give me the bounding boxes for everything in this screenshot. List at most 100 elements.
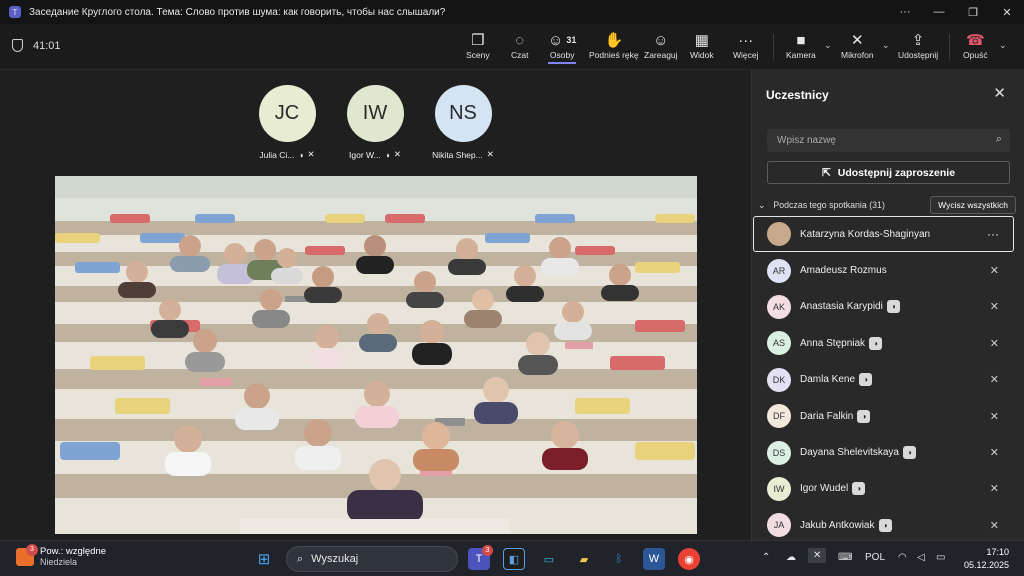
- more-label: Więcej: [733, 50, 759, 60]
- share-invite-label: Udostępnij zaproszenie: [837, 166, 956, 179]
- raise-hand-button[interactable]: ✋ Podnieś rękę: [589, 30, 639, 60]
- tile-name: Julia Ci... ◑ ✕: [259, 149, 314, 160]
- timer-text: 41:01: [33, 39, 61, 52]
- participant-row[interactable]: AS Anna Stępniak ◑ ✕: [752, 325, 1024, 361]
- battery-icon[interactable]: ▭: [936, 552, 945, 563]
- mic-off-icon: ✕: [989, 447, 999, 460]
- windows-taskbar: 3 Pow.: względne Niedziela ⊞ ⌕ Wyszukaj …: [0, 540, 1024, 576]
- word-icon[interactable]: W: [643, 548, 665, 570]
- meeting-toolbar: 41:01 ❒ Sceny ◌ Czat ☺ 31 Osoby ✋ Podnieś…: [0, 24, 1024, 70]
- avatar: DK: [767, 367, 791, 392]
- close-panel-icon[interactable]: ✕: [993, 84, 1006, 102]
- people-button[interactable]: ☺ 31 Osoby: [548, 30, 577, 64]
- bluetooth-icon[interactable]: ᛒ: [608, 548, 630, 570]
- view-button[interactable]: ▦ Widok: [690, 30, 714, 60]
- app-icon[interactable]: ◧: [503, 548, 525, 570]
- participant-name: Anastasia Karypidi: [800, 301, 883, 313]
- search-icon: ⌕: [995, 133, 1002, 145]
- participant-name: Jakub Antkowiak: [800, 519, 875, 531]
- wifi-icon[interactable]: ◠: [898, 552, 907, 563]
- mute-all-button[interactable]: Wycisz wszystkich: [930, 196, 1016, 214]
- participant-name: Amadeusz Rozmus: [800, 265, 887, 277]
- share-invite-button[interactable]: ⇱ Udostępnij zaproszenie: [767, 161, 1010, 184]
- more-button[interactable]: ··· Więcej: [733, 30, 759, 61]
- headset-icon: ◑: [298, 149, 304, 160]
- scenes-button[interactable]: ❒ Sceny: [466, 30, 490, 60]
- mic-off-icon: ✕: [989, 519, 999, 532]
- shared-video-feed[interactable]: [55, 176, 697, 534]
- scenes-label: Sceny: [466, 50, 490, 60]
- monitor-icon[interactable]: ▭: [538, 548, 560, 570]
- participant-row[interactable]: AR Amadeusz Rozmus ✕: [752, 252, 1024, 288]
- headset-icon: ◑: [859, 373, 873, 387]
- participant-search-input[interactable]: Wpisz nazwę ⌕: [767, 129, 1010, 152]
- camera-button[interactable]: ■ Kamera: [786, 30, 816, 61]
- chat-button[interactable]: ◌ Czat: [511, 30, 529, 61]
- leave-button[interactable]: ☎ Opuść: [963, 30, 988, 60]
- chrome-icon[interactable]: ◉: [678, 548, 700, 570]
- avatar: DS: [767, 440, 791, 465]
- taskbar-search[interactable]: ⌕ Wyszukaj: [286, 546, 458, 572]
- mic-off-icon[interactable]: ✕: [808, 548, 827, 563]
- people-label: Osoby: [549, 50, 575, 60]
- mic-off-icon: ✕: [989, 410, 999, 423]
- avatar: NS: [434, 85, 492, 142]
- weather-text: Pow.: względne: [40, 546, 107, 557]
- weather-widget[interactable]: 3 Pow.: względne Niedziela: [16, 543, 107, 567]
- mic-off-icon: ✕: [989, 337, 999, 350]
- weather-day: Niedziela: [40, 557, 78, 567]
- camera-label: Kamera: [786, 50, 816, 60]
- start-icon[interactable]: ⊞: [253, 548, 275, 570]
- camera-options-chevron-icon[interactable]: ⌄: [824, 40, 832, 51]
- leave-options-chevron-icon[interactable]: ⌄: [999, 40, 1007, 51]
- weather-icon: 3: [16, 543, 38, 566]
- search-placeholder: Wpisz nazwę: [777, 135, 836, 146]
- microphone-label: Mikrofon: [841, 50, 874, 60]
- react-label: Zareaguj: [644, 50, 678, 60]
- participants-panel: Uczestnicy ✕ Wpisz nazwę ⌕ ⇱ Udostępnij …: [751, 70, 1024, 540]
- raise-hand-label: Podnieś rękę: [589, 50, 639, 60]
- scenes-icon: ❒: [471, 32, 485, 49]
- more-options-button[interactable]: ···: [888, 6, 922, 18]
- participant-tile[interactable]: NS Nikita Shep... ✕: [428, 85, 498, 160]
- cloud-icon[interactable]: ☁: [786, 552, 796, 563]
- chevron-up-icon[interactable]: ⌃: [762, 552, 770, 563]
- volume-icon[interactable]: ◁: [917, 552, 925, 563]
- close-window-button[interactable]: ✕: [990, 6, 1024, 19]
- avatar: AR: [767, 258, 791, 283]
- participant-row[interactable]: JA Jakub Antkowiak ◑ ✕: [752, 507, 1024, 543]
- teams-icon[interactable]: T 3: [468, 545, 493, 570]
- meeting-timer: 41:01: [12, 39, 61, 52]
- chat-label: Czat: [511, 50, 529, 60]
- minimize-button[interactable]: —: [922, 6, 956, 18]
- participant-name: Damla Kene: [800, 374, 856, 386]
- window-title: Заседание Круглого стола. Тема: Слово пр…: [29, 6, 446, 18]
- more-options-icon[interactable]: ···: [987, 227, 999, 241]
- react-button[interactable]: ☺ Zareaguj: [644, 30, 678, 61]
- participant-name: Dayana Shelevitskaya: [800, 447, 899, 459]
- share-button[interactable]: ⇪ Udostępnij: [898, 30, 938, 60]
- search-icon: ⌕: [297, 552, 304, 565]
- avatar: JC: [258, 85, 316, 142]
- avatar: [767, 222, 791, 247]
- collapse-chevron-icon[interactable]: ⌄: [758, 200, 765, 211]
- meeting-stage: JC Julia Ci... ◑ ✕ IW Igor W... ◑ ✕ NS Nikit…: [0, 70, 751, 540]
- mic-options-chevron-icon[interactable]: ⌄: [882, 40, 890, 51]
- language-indicator[interactable]: POL: [865, 552, 885, 563]
- participant-row[interactable]: DF Daria Falkin ◑ ✕: [752, 398, 1024, 434]
- keyboard-icon[interactable]: ⌨: [838, 552, 852, 563]
- participant-tile[interactable]: JC Julia Ci... ◑ ✕: [252, 85, 322, 160]
- lecture-hall-image: [55, 176, 697, 534]
- participant-row[interactable]: DS Dayana Shelevitskaya ◑ ✕: [752, 434, 1024, 470]
- participant-row[interactable]: Katarzyna Kordas-Shaginyan ···: [753, 216, 1014, 253]
- participant-row[interactable]: DK Damla Kene ◑ ✕: [752, 362, 1024, 398]
- folder-icon[interactable]: ▰: [573, 548, 595, 570]
- share-label: Udostępnij: [898, 50, 939, 60]
- participant-row[interactable]: AK Anastasia Karypidi ◑ ✕: [752, 289, 1024, 325]
- participant-row[interactable]: IW Igor Wudel ◑ ✕: [752, 471, 1024, 507]
- microphone-button[interactable]: ✕ Mikrofon: [841, 30, 874, 60]
- maximize-button[interactable]: ❐: [956, 6, 990, 19]
- system-clock[interactable]: 17:10 05.12.2025: [964, 546, 1009, 572]
- participant-tile[interactable]: IW Igor W... ◑ ✕: [340, 85, 410, 160]
- participant-list: Katarzyna Kordas-Shaginyan ··· AR Amadeusz …: [752, 216, 1024, 544]
